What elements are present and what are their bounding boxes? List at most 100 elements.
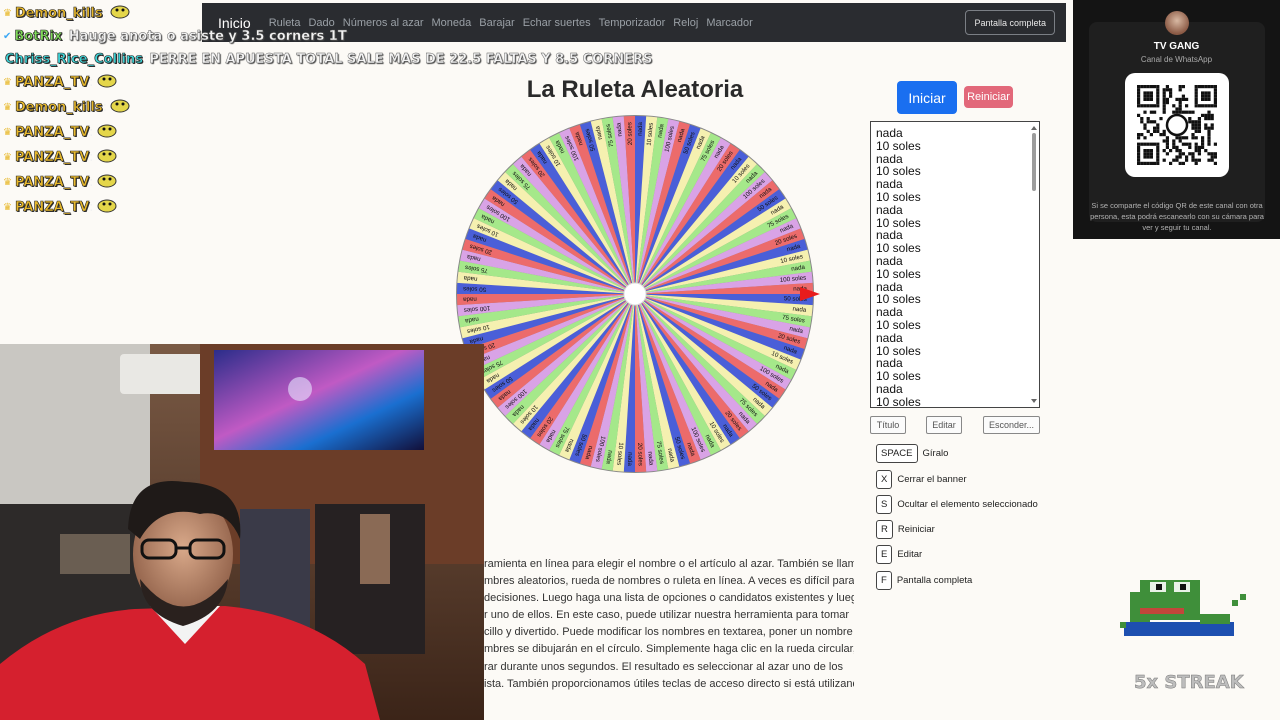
key-r: R	[876, 520, 893, 539]
whatsapp-logo-icon	[1165, 113, 1189, 137]
crown-badge-icon: ♛	[3, 7, 12, 19]
chat-username[interactable]: PANZA_TV	[15, 74, 90, 90]
qr-code-icon	[1137, 85, 1217, 165]
verified-badge-icon: ✔	[3, 30, 12, 42]
emote-icon	[96, 172, 118, 192]
shortcut-s: S Ocultar el elemento seleccionado	[876, 495, 1038, 514]
description-line: rar durante unos segundos. El resultado …	[484, 660, 843, 673]
wheel-segment-label: nada	[792, 306, 807, 314]
options-textarea[interactable]: nada 10 soles nada 10 soles nada 10 soles nada…	[870, 121, 1040, 408]
options-list: nada 10 soles nada 10 soles nada 10 soles nada…	[876, 126, 1039, 408]
crown-badge-icon: ♛	[3, 126, 12, 138]
nav-link-marcador[interactable]: Marcador	[706, 17, 752, 29]
chat-message: ♛ PANZA_TV:	[3, 71, 118, 93]
pepe-emote-image	[1120, 578, 1250, 642]
description-line: mbres se dibujarán en el círculo. Simple…	[484, 643, 854, 656]
wheel-hub[interactable]	[623, 282, 647, 306]
shortcut-label: Cerrar el banner	[897, 474, 967, 485]
chat-separator: :	[89, 149, 94, 165]
chat-separator: :	[142, 51, 148, 67]
roulette-wheel[interactable]: nada 10 soles nada 100 soles nada 50 soles nad…	[454, 113, 820, 475]
crown-badge-icon: ♛	[3, 101, 12, 113]
emote-icon	[96, 72, 118, 92]
option-line: 10 soles	[876, 394, 921, 408]
description-line: mbres aleatorios, rueda de nombres o rul…	[484, 575, 854, 588]
description-paragraph: ramienta en línea para elegir el nombre …	[484, 556, 854, 693]
option-line: nada	[876, 381, 903, 396]
shortcut-label: Pantalla completa	[896, 575, 973, 586]
shortcut-label: Reiniciar	[897, 524, 935, 535]
shortcut-label: Editar	[897, 549, 923, 560]
shortcut-e: E Editar	[876, 545, 922, 564]
page-title: La Ruleta Aleatoria	[526, 76, 744, 103]
chat-message: ♛ Demon_kills:	[3, 96, 131, 118]
reset-button[interactable]: Reiniciar	[964, 86, 1013, 108]
description-line: r uno de ellos. En este caso, puede util…	[484, 609, 850, 622]
option-line: nada	[876, 126, 903, 140]
chat-separator: :	[102, 5, 107, 21]
title-button[interactable]: Título	[870, 416, 906, 434]
option-line: 10 soles	[876, 138, 921, 153]
chat-username[interactable]: PANZA_TV	[15, 174, 90, 190]
option-line: nada	[876, 202, 903, 217]
chat-username[interactable]: Chriss_Rice_Collins	[5, 51, 144, 67]
option-line: 10 soles	[876, 189, 921, 204]
wheel-segment-label: nada	[463, 274, 478, 282]
wheel-segment-label: nada	[637, 121, 644, 136]
shortcut-f: F Pantalla completa	[876, 571, 972, 590]
chat-message: ✔ BotRix: Hauge anota o asiste y 3.5 corne…	[3, 25, 347, 47]
chat-username[interactable]: BotRix	[14, 28, 63, 44]
hide-button[interactable]: Esconder...	[983, 416, 1040, 434]
emote-icon	[96, 147, 118, 167]
chat-message: ♛ PANZA_TV:	[3, 121, 118, 143]
options-scrollbar[interactable]	[1030, 123, 1038, 406]
option-line: nada	[876, 330, 903, 345]
chat-username[interactable]: PANZA_TV	[15, 149, 90, 165]
crown-badge-icon: ♛	[3, 76, 12, 88]
emote-icon	[109, 3, 131, 23]
key-x: X	[876, 470, 893, 489]
chat-username[interactable]: Demon_kills	[15, 5, 103, 21]
chat-separator: :	[62, 28, 67, 44]
option-line: nada	[876, 253, 903, 268]
chat-separator: :	[102, 99, 107, 115]
wheel-segment-label: 20 soles	[626, 122, 634, 145]
edit-button[interactable]: Editar	[926, 416, 962, 434]
channel-note: Si se comparte el código QR de este cana…	[1090, 201, 1264, 232]
key-s: S	[876, 495, 893, 514]
description-line: ista. También proporcionamos útiles tecl…	[484, 677, 854, 690]
channel-avatar	[1165, 11, 1189, 35]
chat-message: Chriss_Rice_Collins: PERRE EN APUESTA TOT…	[3, 48, 653, 70]
channel-subtitle: Canal de WhatsApp	[1140, 55, 1213, 64]
nav-link-reloj[interactable]: Reloj	[673, 17, 698, 29]
chat-message: ♛ PANZA_TV:	[3, 196, 118, 218]
chat-username[interactable]: PANZA_TV	[15, 199, 90, 215]
wheel-segment-label: nada	[615, 122, 623, 137]
crown-badge-icon: ♛	[3, 176, 12, 188]
webcam-scene-image	[0, 344, 484, 720]
shortcut-r: R Reiniciar	[876, 520, 935, 539]
qr-code	[1125, 73, 1229, 177]
key-e: E	[876, 545, 893, 564]
shortcut-x: X Cerrar el banner	[876, 470, 967, 489]
crown-badge-icon: ♛	[3, 201, 12, 213]
nav-link-temporizador[interactable]: Temporizador	[599, 17, 666, 29]
wheel-graphic[interactable]: nada 10 soles nada100 soles nada50 solesnad…	[454, 113, 820, 475]
description-line: ramienta en línea para elegir el nombre …	[484, 558, 854, 570]
wheel-segment-label: nada	[626, 452, 633, 467]
start-button[interactable]: Iniciar	[897, 81, 957, 114]
fullscreen-button[interactable]: Pantalla completa	[965, 10, 1055, 35]
chat-message: ♛ Demon_kills:	[3, 2, 131, 24]
description-line: decisiones. Luego haga una lista de opci…	[484, 592, 854, 605]
chat-separator: :	[89, 74, 94, 90]
wheel-segment-label: 50 soles	[463, 285, 486, 293]
emote-icon	[96, 197, 118, 217]
key-space: SPACE	[876, 444, 918, 463]
chat-separator: :	[89, 124, 94, 140]
shortcut-label: Ocultar el elemento seleccionado	[897, 499, 1038, 510]
key-f: F	[876, 571, 892, 590]
scrollbar-thumb[interactable]	[1032, 133, 1036, 191]
wheel-segment-label: nada	[462, 295, 477, 302]
chat-username[interactable]: PANZA_TV	[15, 124, 90, 140]
chat-username[interactable]: Demon_kills	[15, 99, 103, 115]
